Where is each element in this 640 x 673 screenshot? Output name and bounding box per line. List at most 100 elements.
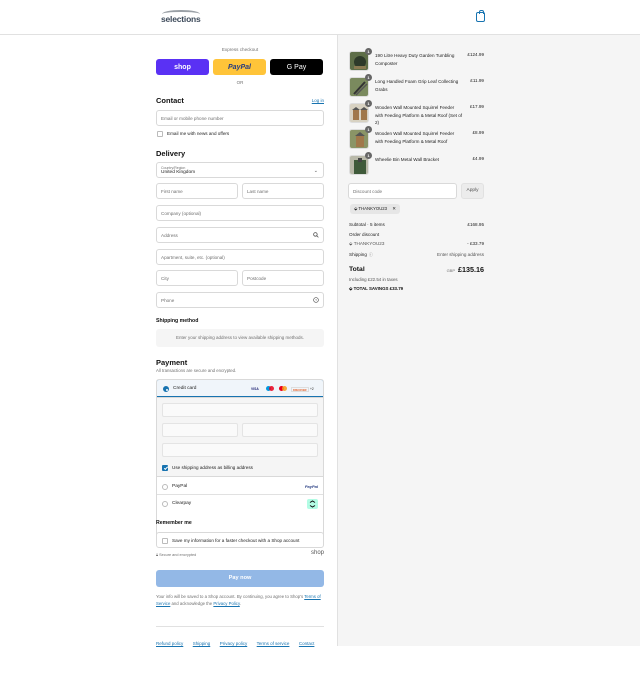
express-checkout-label: Express checkout: [221, 47, 259, 52]
payment-heading: Payment: [156, 358, 188, 367]
credit-card-option[interactable]: Credit card VISA DISCOVER +2: [157, 380, 323, 397]
contact-heading: Contact: [156, 96, 184, 105]
cart-item: 1 Long Handled Foam Grip Leaf Collecting…: [348, 74, 484, 99]
total-savings: ⬙ TOTAL SAVINGS £33.79: [349, 286, 403, 292]
city-placeholder: City: [161, 276, 169, 281]
credit-card-radio[interactable]: [163, 386, 169, 392]
item-price: £4.99: [472, 156, 485, 161]
discover-icon: DISCOVER: [291, 387, 309, 392]
search-icon: [313, 232, 319, 238]
visa-icon: VISA: [251, 387, 259, 391]
apply-button[interactable]: Apply: [461, 183, 484, 199]
legal-text: Your info will be saved to a Shop accoun…: [156, 593, 324, 607]
card-number-field[interactable]: [162, 403, 318, 417]
login-link[interactable]: Log in: [312, 98, 324, 103]
email-field[interactable]: Email or mobile phone number: [156, 110, 324, 126]
postcode-field[interactable]: Postcode: [242, 270, 324, 286]
privacy-link[interactable]: Privacy Policy: [213, 601, 239, 606]
help-icon[interactable]: ?: [313, 297, 319, 303]
save-info-checkbox[interactable]: [162, 538, 168, 544]
shop-logo: shop: [310, 550, 324, 556]
company-placeholder: Company (optional): [161, 211, 202, 216]
cart-item: 1 Wheelie Bin Metal Wall Bracket £4.99: [348, 152, 485, 177]
more-cards-badge: +2: [310, 387, 314, 391]
chevron-down-icon: ⌄: [313, 168, 318, 174]
terms-of-service-link[interactable]: Terms of service: [257, 641, 290, 646]
legal-intro: Your info will be saved to a Shop accoun…: [156, 594, 304, 599]
card-name-field[interactable]: [162, 443, 318, 457]
shop-pay-button[interactable]: shop: [156, 59, 209, 75]
newsletter-checkbox[interactable]: [157, 131, 163, 137]
mastercard-icon: [279, 386, 287, 391]
item-price: £11.99: [470, 78, 484, 83]
order-summary-panel: [337, 35, 640, 646]
google-pay-button[interactable]: G Pay: [270, 59, 323, 75]
quantity-badge: 1: [365, 48, 372, 55]
paypal-button[interactable]: PayPal: [213, 59, 266, 75]
postcode-placeholder: Postcode: [247, 276, 267, 281]
logo[interactable]: selections: [160, 10, 204, 26]
discount-placeholder: Discount code: [353, 189, 383, 194]
apartment-field[interactable]: Apartment, suite, etc. (optional): [156, 249, 324, 265]
delivery-heading: Delivery: [156, 149, 186, 158]
paypal-radio[interactable]: [162, 484, 168, 490]
save-info-label: Save my information for a faster checkou…: [172, 538, 300, 543]
payment-subtitle: All transactions are secure and encrypte…: [156, 368, 237, 373]
legal-end: .: [239, 601, 241, 606]
shipping-notice: Enter your shipping address to view avai…: [156, 329, 324, 347]
contact-link[interactable]: Contact: [299, 641, 315, 646]
clearpay-option[interactable]: Clearpay: [157, 496, 323, 512]
shipping-label: Shipping ⓘ: [349, 252, 373, 258]
total-label: Total: [349, 266, 365, 273]
item-name: Wooden Wall Mounted Squirrel Feeder with…: [375, 131, 455, 144]
shipping-method-heading: Shipping method: [156, 318, 199, 324]
clearpay-radio[interactable]: [162, 501, 168, 507]
country-select[interactable]: Country/Region United Kingdom ⌄: [156, 162, 324, 178]
item-name: Wooden Wall Mounted Squirrel Feeder with…: [375, 105, 463, 125]
newsletter-label: Email me with news and offers: [167, 131, 230, 136]
total-value: GBP £135.16: [447, 265, 484, 274]
currency-code: GBP: [446, 268, 456, 273]
shipping-link[interactable]: Shipping: [193, 641, 211, 646]
paypal-label: PayPal: [172, 484, 188, 489]
last-name-field[interactable]: Last name: [242, 183, 324, 199]
maestro-icon: [266, 386, 274, 391]
last-name-placeholder: Last name: [247, 189, 269, 194]
item-name: 190 Litre Heavy Duty Garden Tumbling Com…: [375, 53, 455, 66]
security-code-field[interactable]: [242, 423, 318, 437]
shipping-text: Shipping: [349, 252, 367, 257]
first-name-field[interactable]: First name: [156, 183, 238, 199]
city-field[interactable]: City: [156, 270, 238, 286]
refund-policy-link[interactable]: Refund policy: [156, 641, 183, 646]
item-price: £17.99: [469, 104, 484, 109]
help-icon[interactable]: ⓘ: [369, 252, 373, 257]
address-field[interactable]: Address: [156, 227, 324, 243]
company-field[interactable]: Company (optional): [156, 205, 324, 221]
secure-text: Secure and encrypted: [159, 553, 197, 557]
cart-item: 1 Wooden Wall Mounted Squirrel Feeder wi…: [348, 100, 484, 125]
total-amount: £135.16: [458, 265, 484, 274]
paypal-logo: PayPal: [304, 484, 318, 489]
item-name: Wheelie Bin Metal Wall Bracket: [375, 157, 439, 162]
privacy-policy-link[interactable]: Privacy policy: [220, 641, 248, 646]
billing-address-checkbox[interactable]: [162, 465, 168, 471]
applied-code: THANKYOU23: [358, 206, 388, 211]
discount-code-field[interactable]: Discount code: [348, 183, 457, 199]
subtotal-value: £168.95: [467, 222, 484, 227]
shipping-value: Enter shipping address: [437, 252, 484, 257]
phone-field[interactable]: Phone ?: [156, 292, 324, 308]
expiry-field[interactable]: [162, 423, 238, 437]
discount-code-text: THANKYOU23: [353, 241, 385, 246]
pay-now-button[interactable]: Pay now: [156, 570, 324, 587]
shopping-bag-icon[interactable]: [476, 10, 485, 22]
email-placeholder: Email or mobile phone number: [161, 116, 224, 121]
clearpay-label: Clearpay: [172, 501, 192, 506]
paypal-option[interactable]: PayPal PayPal: [157, 479, 323, 495]
country-value: United Kingdom: [161, 170, 196, 175]
discount-value: - £33.79: [467, 241, 484, 246]
quantity-badge: 1: [365, 74, 372, 81]
remove-discount-icon[interactable]: ✕: [392, 206, 396, 211]
quantity-badge: 1: [365, 152, 372, 159]
item-name: Long Handled Foam Grip Leaf Collecting G…: [375, 79, 459, 92]
remember-me-heading: Remember me: [156, 520, 192, 526]
